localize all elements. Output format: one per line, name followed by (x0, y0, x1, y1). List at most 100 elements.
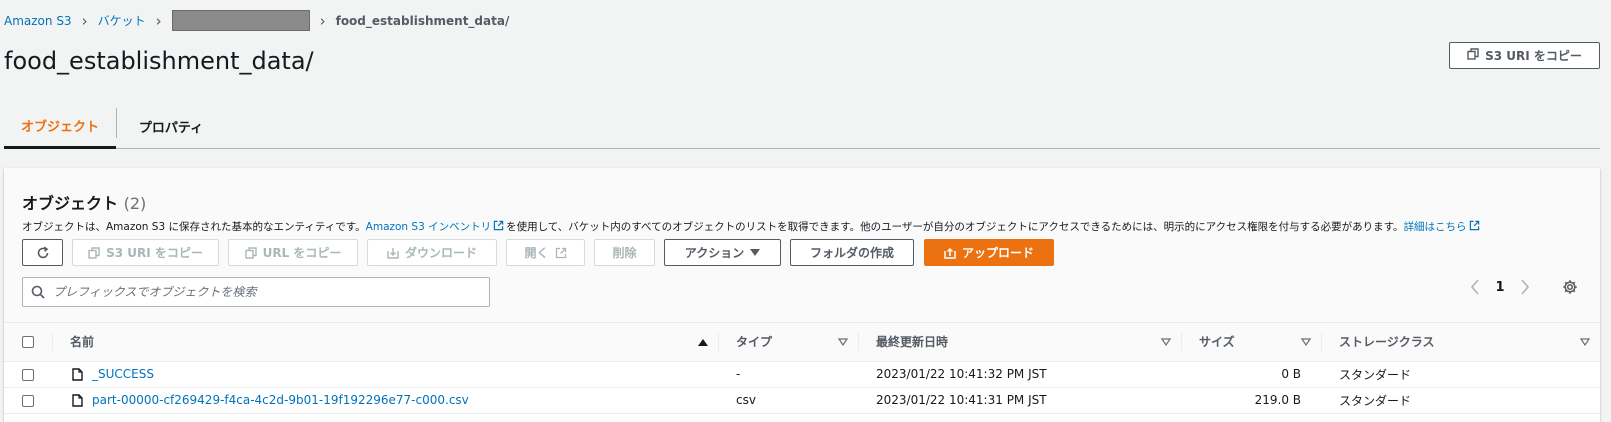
chevron-right-icon[interactable] (1520, 279, 1530, 295)
column-modified-label: 最終更新日時 (876, 335, 949, 350)
row-select-cell (4, 361, 52, 388)
select-all-checkbox[interactable] (22, 335, 34, 348)
type-cell: csv (718, 387, 858, 414)
modified-cell: 2023/01/22 10:41:31 PM JST (858, 387, 1181, 414)
column-type[interactable]: タイプ (718, 323, 858, 362)
tab-properties[interactable]: プロパティ (117, 104, 225, 149)
size-cell: 0 B (1181, 361, 1321, 388)
gear-icon (1563, 280, 1577, 294)
chevron-right-icon: › (81, 11, 88, 30)
settings-button[interactable] (1562, 279, 1578, 299)
storage-class-cell: スタンダード (1321, 387, 1600, 414)
breadcrumb-current: food_establishment_data/ (335, 13, 510, 28)
object-link[interactable]: _SUCCESS (92, 367, 154, 381)
objects-panel-header: オブジェクト (2) オブジェクトは、Amazon S3 に保存された基本的なエ… (4, 168, 1600, 323)
upload-icon (944, 247, 956, 259)
column-name-label: 名前 (70, 335, 95, 350)
objects-description: オブジェクトは、Amazon S3 に保存された基本的なエンティティです。Ama… (22, 219, 1482, 234)
row-checkbox[interactable] (22, 394, 34, 407)
copy-s3-uri-label: S3 URI をコピー (1485, 49, 1582, 63)
breadcrumb-amazon-s3[interactable]: Amazon S3 (4, 14, 72, 28)
row-select-cell (4, 387, 52, 414)
name-cell: part-00000-cf269429-f4ca-4c2d-9b01-19f19… (52, 387, 718, 414)
page-title: food_establishment_data/ (4, 47, 314, 75)
tab-objects[interactable]: オブジェクト (4, 104, 116, 149)
copy-s3-uri-toolbar-button[interactable]: S3 URI をコピー (72, 239, 219, 266)
table-row[interactable]: _SUCCESS - 2023/01/22 10:41:32 PM JST 0 … (4, 361, 1600, 388)
external-link-icon (1469, 220, 1479, 231)
name-cell: _SUCCESS (52, 361, 718, 388)
download-icon (387, 247, 399, 259)
chevron-right-icon: › (319, 11, 326, 30)
actions-label: アクション (684, 246, 745, 260)
sort-icon (838, 338, 848, 346)
upload-label: アップロード (961, 246, 1034, 260)
create-folder-label: フォルダの作成 (809, 246, 894, 260)
inventory-link-label: Amazon S3 インベントリ (365, 221, 492, 233)
pagination: 1 (1470, 279, 1530, 295)
copy-url-label: URL をコピー (262, 246, 342, 260)
chevron-left-icon[interactable] (1470, 279, 1480, 295)
file-icon (72, 367, 83, 381)
page-number[interactable]: 1 (1494, 280, 1506, 295)
search-icon (31, 285, 45, 299)
chevron-right-icon: › (155, 11, 162, 30)
redacted-bucket-name[interactable] (171, 10, 310, 31)
breadcrumb: Amazon S3 › バケット › › food_establishment_… (4, 10, 509, 31)
create-folder-button[interactable]: フォルダの作成 (790, 239, 914, 266)
search-input[interactable] (53, 285, 473, 299)
copy-icon (1467, 48, 1479, 63)
desc-text-1: オブジェクトは、Amazon S3 に保存された基本的なエンティティです。 (22, 221, 366, 233)
delete-button[interactable]: 削除 (594, 239, 655, 266)
copy-icon (88, 246, 100, 259)
search-box (22, 277, 490, 307)
external-link-icon (493, 220, 504, 231)
sort-icon (1580, 338, 1590, 346)
storage-class-cell: スタンダード (1321, 361, 1600, 388)
objects-title: オブジェクト (22, 194, 119, 213)
open-label: 開く (524, 246, 549, 260)
copy-icon (244, 246, 257, 259)
copy-s3-uri-toolbar-label: S3 URI をコピー (106, 246, 203, 260)
download-label: ダウンロード (404, 246, 477, 260)
open-button[interactable]: 開く (506, 239, 585, 266)
column-size[interactable]: サイズ (1181, 323, 1321, 362)
object-link[interactable]: part-00000-cf269429-f4ca-4c2d-9b01-19f19… (92, 393, 469, 407)
learn-more-label: 詳細はこちら (1403, 221, 1467, 233)
learn-more-link[interactable]: 詳細はこちら (1403, 220, 1482, 233)
column-storage-label: ストレージクラス (1339, 335, 1435, 350)
copy-s3-uri-button[interactable]: S3 URI をコピー (1449, 42, 1600, 69)
size-cell: 219.0 B (1181, 387, 1321, 414)
sort-ascending-icon (698, 338, 708, 346)
actions-dropdown[interactable]: アクション (664, 239, 781, 266)
file-icon (72, 393, 83, 407)
upload-button[interactable]: アップロード (924, 239, 1054, 266)
download-button[interactable]: ダウンロード (367, 239, 497, 266)
objects-heading: オブジェクト (2) (22, 190, 146, 214)
column-type-label: タイプ (736, 335, 773, 350)
refresh-button[interactable] (22, 239, 63, 266)
delete-label: 削除 (612, 246, 637, 260)
select-all-header (4, 323, 52, 362)
column-name[interactable]: 名前 (52, 323, 718, 362)
table-row[interactable]: part-00000-cf269429-f4ca-4c2d-9b01-19f19… (4, 387, 1600, 414)
modified-cell: 2023/01/22 10:41:32 PM JST (858, 361, 1181, 388)
objects-panel: オブジェクト (2) オブジェクトは、Amazon S3 に保存された基本的なエ… (4, 168, 1600, 422)
tab-bar: オブジェクト プロパティ (4, 104, 1600, 149)
sort-icon (1301, 338, 1311, 346)
type-cell: - (718, 361, 858, 388)
objects-count: (2) (123, 194, 147, 213)
table-header-row: 名前 タイプ 最終更新日時 サイズ ストレージクラス (4, 323, 1600, 362)
column-last-modified[interactable]: 最終更新日時 (858, 323, 1181, 362)
external-link-icon (555, 247, 566, 258)
caret-down-icon (750, 248, 761, 256)
desc-text-2: を使用して、バケット内のすべてのオブジェクトのリストを取得できます。他のユーザー… (506, 221, 1404, 233)
column-storage-class[interactable]: ストレージクラス (1321, 323, 1600, 362)
column-size-label: サイズ (1199, 335, 1235, 350)
copy-url-button[interactable]: URL をコピー (228, 239, 358, 266)
inventory-link[interactable]: Amazon S3 インベントリ (365, 220, 506, 233)
objects-table: 名前 タイプ 最終更新日時 サイズ ストレージクラス _SUCCESS - 20… (4, 323, 1600, 414)
row-checkbox[interactable] (22, 368, 34, 381)
sort-icon (1161, 338, 1171, 346)
breadcrumb-buckets[interactable]: バケット (98, 12, 146, 29)
